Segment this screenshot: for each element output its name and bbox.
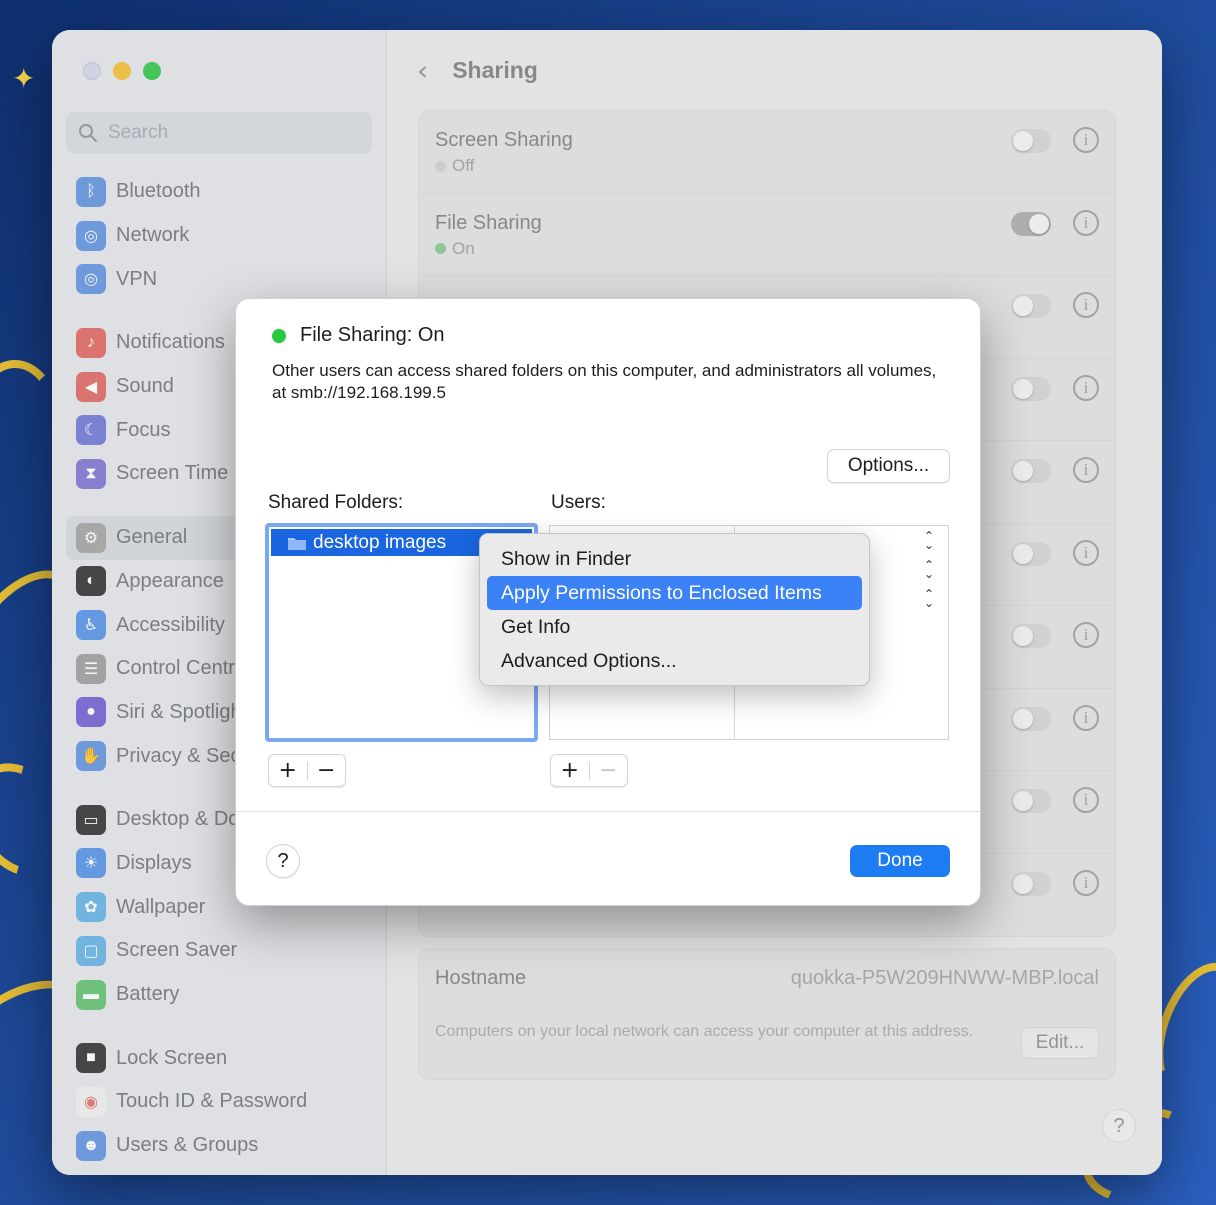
dialog-title: File Sharing: On xyxy=(300,324,445,346)
wallpaper-decoration xyxy=(0,360,60,480)
dialog-help-button[interactable]: ? xyxy=(266,844,300,878)
dialog-description: Other users can access shared folders on… xyxy=(272,361,937,402)
sparkle-icon: ✦ xyxy=(12,62,36,95)
permission-stepper-icon[interactable]: ⌃ ⌄ xyxy=(922,530,936,554)
remove-folder-button[interactable]: − xyxy=(308,758,346,783)
menu-item-apply-permissions[interactable]: Apply Permissions to Enclosed Items xyxy=(487,576,862,610)
add-user-button[interactable]: + xyxy=(551,758,589,783)
folders-add-remove: + − xyxy=(268,754,346,787)
menu-item-advanced-options[interactable]: Advanced Options... xyxy=(487,644,862,678)
menu-item-get-info[interactable]: Get Info xyxy=(487,610,862,644)
options-button[interactable]: Options... xyxy=(827,449,950,483)
folder-name: desktop images xyxy=(313,531,447,553)
done-button[interactable]: Done xyxy=(850,845,950,877)
users-label: Users: xyxy=(551,492,606,513)
users-add-remove: + − xyxy=(550,754,628,787)
divider xyxy=(236,811,980,812)
permission-stepper-icon[interactable]: ⌃ ⌄ xyxy=(922,588,936,612)
shared-folders-label: Shared Folders: xyxy=(268,492,404,513)
dialog-header: File Sharing: On xyxy=(272,324,445,347)
status-dot-icon xyxy=(272,328,286,343)
folder-icon xyxy=(288,537,306,550)
remove-user-button[interactable]: − xyxy=(590,758,628,783)
add-folder-button[interactable]: + xyxy=(269,758,307,783)
permission-stepper-icon[interactable]: ⌃ ⌄ xyxy=(922,559,936,583)
menu-item-show-in-finder[interactable]: Show in Finder xyxy=(487,542,862,576)
context-menu: Show in Finder Apply Permissions to Encl… xyxy=(479,533,870,686)
